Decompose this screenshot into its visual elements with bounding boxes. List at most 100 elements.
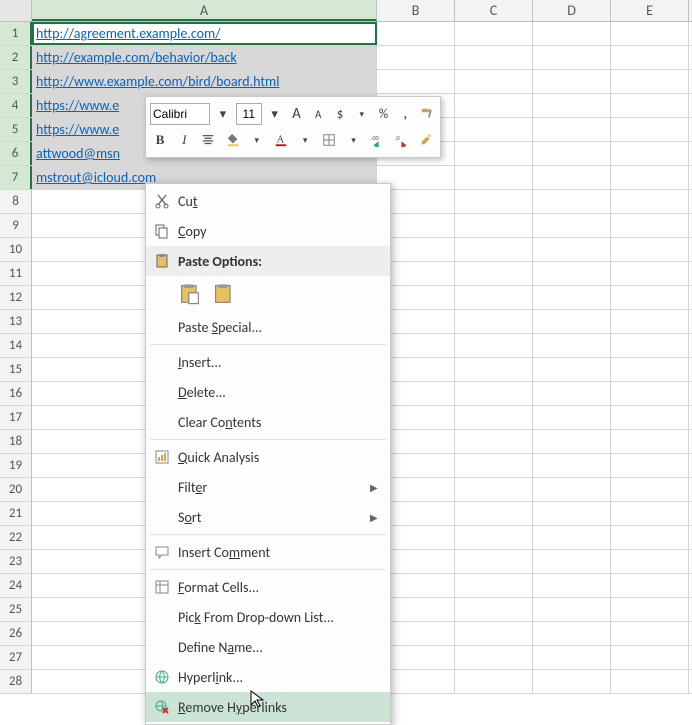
cell-C13[interactable] (455, 310, 533, 333)
menu-hyperlink[interactable]: Hyperlink... (146, 662, 390, 692)
menu-remove-hyperlinks[interactable]: Remove Hyperlinks (146, 692, 390, 722)
cell-D8[interactable] (533, 190, 611, 213)
cell-D1[interactable] (533, 22, 611, 45)
cell-E7[interactable] (611, 166, 689, 189)
cell-E9[interactable] (611, 214, 689, 237)
cell-D6[interactable] (533, 142, 611, 165)
cell-E11[interactable] (611, 262, 689, 285)
cell-E4[interactable] (611, 94, 689, 117)
cell-C11[interactable] (455, 262, 533, 285)
cell-C7[interactable] (455, 166, 533, 189)
cell-C14[interactable] (455, 334, 533, 357)
cell-E19[interactable] (611, 454, 689, 477)
row-header[interactable]: 8 (0, 190, 32, 213)
row-header[interactable]: 4 (0, 94, 32, 117)
hyperlink-text[interactable]: attwood@msn (36, 145, 120, 162)
font-name-combo[interactable] (150, 103, 210, 125)
cell-D17[interactable] (533, 406, 611, 429)
cell-E23[interactable] (611, 550, 689, 573)
hyperlink-text[interactable]: mstrout@icloud.com (36, 169, 156, 186)
cell-D10[interactable] (533, 238, 611, 261)
cell-C4[interactable] (455, 94, 533, 117)
cell-E3[interactable] (611, 70, 689, 93)
cell-B1[interactable] (377, 22, 455, 45)
cell-D16[interactable] (533, 382, 611, 405)
row-header[interactable]: 2 (0, 46, 32, 69)
cell-C25[interactable] (455, 598, 533, 621)
cell-E16[interactable] (611, 382, 689, 405)
cell-A2[interactable]: http://example.com/behavior/back (32, 46, 377, 69)
cell-C18[interactable] (455, 430, 533, 453)
cell-E26[interactable] (611, 622, 689, 645)
col-header-C[interactable]: C (455, 0, 533, 21)
menu-insert[interactable]: Insert... (146, 347, 390, 377)
row-header[interactable]: 11 (0, 262, 32, 285)
cell-C26[interactable] (455, 622, 533, 645)
cell-B2[interactable] (377, 46, 455, 69)
cell-E28[interactable] (611, 670, 689, 693)
cell-D23[interactable] (533, 550, 611, 573)
menu-clear-contents[interactable]: Clear Contents (146, 407, 390, 437)
font-size-combo[interactable] (236, 103, 262, 125)
cell-C21[interactable] (455, 502, 533, 525)
cell-E15[interactable] (611, 358, 689, 381)
cell-C22[interactable] (455, 526, 533, 549)
cell-D11[interactable] (533, 262, 611, 285)
fill-color-icon[interactable] (223, 129, 243, 151)
col-header-A[interactable]: A (32, 0, 377, 21)
cell-D25[interactable] (533, 598, 611, 621)
row-header[interactable]: 22 (0, 526, 32, 549)
cell-E13[interactable] (611, 310, 689, 333)
cell-C8[interactable] (455, 190, 533, 213)
row-header[interactable]: 28 (0, 670, 32, 693)
cell-E22[interactable] (611, 526, 689, 549)
cell-D3[interactable] (533, 70, 611, 93)
comma-format-button[interactable]: , (396, 103, 414, 125)
cell-E24[interactable] (611, 574, 689, 597)
accounting-format-button[interactable]: $ (331, 103, 349, 125)
hyperlink-text[interactable]: http://agreement.example.com/ (36, 25, 221, 42)
row-header[interactable]: 19 (0, 454, 32, 477)
cell-D5[interactable] (533, 118, 611, 141)
menu-paste-special[interactable]: Paste Special... (146, 312, 390, 342)
accounting-dropdown-icon[interactable]: ▾ (353, 103, 371, 125)
col-header-B[interactable]: B (377, 0, 455, 21)
align-center-icon[interactable] (198, 129, 218, 151)
row-header[interactable]: 17 (0, 406, 32, 429)
increase-decimal-icon[interactable]: .00 (368, 129, 388, 151)
row-header[interactable]: 1 (0, 22, 32, 45)
menu-cut[interactable]: Cut (146, 186, 390, 216)
cell-A1[interactable]: http://agreement.example.com/ (32, 22, 377, 45)
cell-E6[interactable] (611, 142, 689, 165)
menu-filter[interactable]: Filter ▶ (146, 472, 390, 502)
cell-C12[interactable] (455, 286, 533, 309)
row-header[interactable]: 6 (0, 142, 32, 165)
font-size-dropdown-icon[interactable]: ▾ (266, 103, 284, 125)
italic-button[interactable]: I (174, 129, 194, 151)
cell-C5[interactable] (455, 118, 533, 141)
cell-D22[interactable] (533, 526, 611, 549)
cell-E17[interactable] (611, 406, 689, 429)
cell-E21[interactable] (611, 502, 689, 525)
col-header-D[interactable]: D (533, 0, 611, 21)
row-header[interactable]: 23 (0, 550, 32, 573)
format-painter-icon[interactable] (418, 103, 436, 125)
row-header[interactable]: 26 (0, 622, 32, 645)
row-header[interactable]: 25 (0, 598, 32, 621)
cell-D14[interactable] (533, 334, 611, 357)
hyperlink-text[interactable]: http://example.com/behavior/back (36, 49, 237, 66)
increase-font-button[interactable]: A (288, 103, 306, 125)
cell-E12[interactable] (611, 286, 689, 309)
font-name-dropdown-icon[interactable]: ▾ (214, 103, 232, 125)
cell-C3[interactable] (455, 70, 533, 93)
cell-E1[interactable] (611, 22, 689, 45)
cell-D20[interactable] (533, 478, 611, 501)
menu-quick-analysis[interactable]: Quick Analysis (146, 442, 390, 472)
cell-D9[interactable] (533, 214, 611, 237)
menu-sort[interactable]: Sort ▶ (146, 502, 390, 532)
format-brush-icon[interactable] (416, 129, 436, 151)
hyperlink-text[interactable]: https://www.e (36, 97, 119, 114)
fill-color-dropdown-icon[interactable]: ▾ (247, 129, 267, 151)
row-header[interactable]: 13 (0, 310, 32, 333)
cell-E10[interactable] (611, 238, 689, 261)
